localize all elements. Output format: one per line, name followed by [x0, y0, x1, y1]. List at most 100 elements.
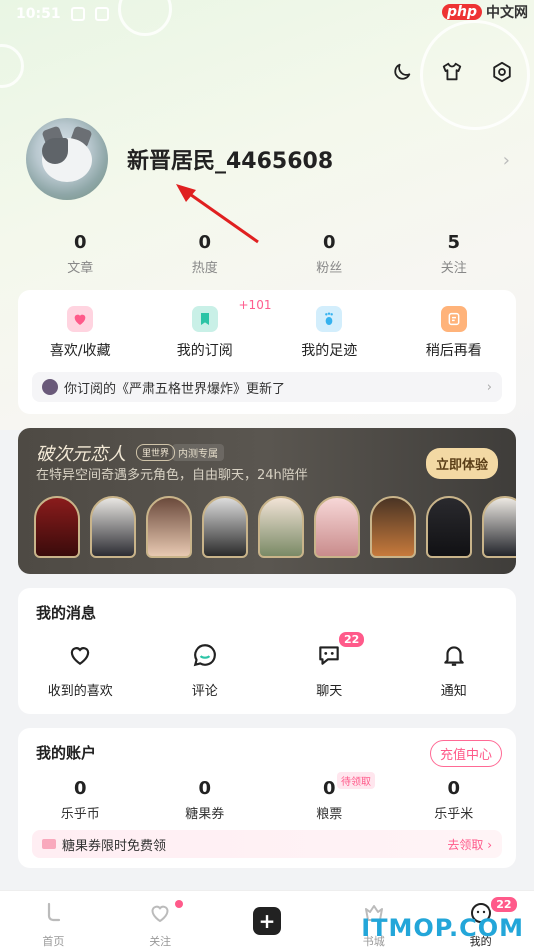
messages-title: 我的消息: [36, 604, 97, 622]
stat-value: 5: [447, 232, 461, 253]
account-lehu-coin[interactable]: 0 乐乎币: [18, 778, 143, 822]
account-card: 我的账户 充值中心 0 乐乎币 0 糖果券 待领取 0 粮票 0 乐乎米 糖果券…: [18, 728, 516, 868]
pending-tag: 待领取: [337, 772, 375, 789]
tab-follow[interactable]: 关注: [107, 891, 214, 950]
character-card[interactable]: [146, 496, 192, 558]
claim-link[interactable]: 去领取 ›: [447, 836, 492, 853]
watch-later-icon: [440, 306, 467, 332]
stat-articles[interactable]: 0 文章: [18, 232, 143, 276]
stat-followers[interactable]: 0 粉丝: [267, 232, 392, 276]
watermark-itmop: ITMOP.COM: [361, 914, 524, 942]
status-time: 10:51: [16, 6, 61, 22]
settings-icon[interactable]: [490, 60, 514, 84]
character-card[interactable]: [482, 496, 516, 558]
tab-create[interactable]: +: [214, 891, 321, 950]
stat-value: 0: [322, 232, 336, 253]
watermark-text: 中文网: [486, 5, 528, 21]
ticket-icon: [42, 839, 56, 849]
shirt-icon[interactable]: [440, 60, 464, 84]
account-label: 糖果券: [185, 807, 225, 822]
avatar[interactable]: [26, 118, 108, 200]
chevron-right-icon: ›: [486, 379, 492, 395]
character-card[interactable]: [314, 496, 360, 558]
comment-icon: [193, 644, 216, 667]
plus-icon: +: [252, 907, 281, 935]
tab-home[interactable]: 首页: [0, 891, 107, 950]
follow-icon: [151, 905, 169, 923]
watermark-logo: php 中文网: [441, 2, 528, 22]
stat-label: 文章: [67, 261, 94, 276]
account-candy-coupon[interactable]: 0 糖果券: [143, 778, 268, 822]
bookmark-icon: [191, 306, 218, 332]
message-chat[interactable]: 22 聊天: [267, 630, 392, 699]
claim-label: 去领取: [447, 837, 484, 852]
footprint-icon: [316, 306, 343, 332]
quick-item-label: 稍后再看: [425, 343, 482, 359]
quick-item-label: 我的足迹: [301, 343, 358, 359]
stat-heat[interactable]: 0 热度: [143, 232, 268, 276]
message-likes[interactable]: 收到的喜欢: [18, 642, 143, 699]
character-card[interactable]: [90, 496, 136, 558]
quick-item-subscriptions[interactable]: +101 我的订阅: [143, 298, 272, 360]
notification-icon: [94, 7, 109, 21]
try-now-button[interactable]: 立即体验: [425, 448, 498, 479]
promo-title: 破次元恋人: [36, 444, 126, 465]
stat-value: 0: [198, 232, 212, 253]
stat-label: 热度: [191, 261, 218, 276]
top-actions: [390, 60, 514, 84]
coupon-text: 糖果券限时免费领: [62, 838, 167, 854]
tab-label: 关注: [149, 935, 172, 948]
character-card[interactable]: [202, 496, 248, 558]
stat-following[interactable]: 5 关注: [392, 232, 517, 276]
promo-subtitle: 在特异空间奇遇多元角色，自由聊天，24h陪伴: [36, 468, 308, 483]
message-comments[interactable]: 评论: [143, 642, 268, 699]
promo-tag: 内测专属: [172, 444, 224, 461]
notice-text: 你订阅的《严肃五格世界爆炸》更新了: [64, 381, 286, 397]
chevron-right-icon[interactable]: ›: [503, 150, 510, 171]
account-value: 0: [198, 778, 212, 799]
username[interactable]: 新晋居民_4465608: [127, 143, 333, 175]
message-label: 评论: [191, 684, 218, 699]
character-card[interactable]: [258, 496, 304, 558]
account-label: 乐乎币: [60, 807, 100, 822]
character-card[interactable]: [34, 496, 80, 558]
heart-outline-icon: [71, 647, 90, 665]
watermark-brand: php: [441, 4, 482, 20]
account-label: 乐乎米: [434, 807, 474, 822]
character-card[interactable]: [426, 496, 472, 558]
heart-bookmark-icon: [67, 306, 94, 332]
notice-avatar: [42, 379, 58, 395]
account-value: 0: [447, 778, 461, 799]
promo-banner[interactable]: 破次元恋人 里世界 内测专属 在特异空间奇遇多元角色，自由聊天，24h陪伴 立即…: [18, 428, 516, 574]
stat-value: 0: [73, 232, 87, 253]
stat-label: 关注: [440, 261, 467, 276]
recharge-center-button[interactable]: 充值中心: [429, 740, 502, 767]
tab-label: 首页: [42, 935, 65, 948]
character-card[interactable]: [370, 496, 416, 558]
quick-item-watch-later[interactable]: 稍后再看: [392, 306, 517, 360]
stat-label: 粉丝: [316, 261, 343, 276]
messages-card: 我的消息 收到的喜欢 评论 22 聊天 通知: [18, 588, 516, 714]
message-label: 聊天: [316, 684, 343, 699]
account-label: 粮票: [316, 807, 343, 822]
quick-actions-card: 喜欢/收藏 +101 我的订阅 我的足迹 稍后再看 你订阅的《严肃五格世界爆炸》…: [18, 290, 516, 414]
character-gallery: [34, 496, 516, 558]
quick-item-footprints[interactable]: 我的足迹: [267, 306, 392, 360]
free-coupon-banner[interactable]: 糖果券限时免费领 去领取 ›: [32, 830, 502, 858]
quick-item-label: 我的订阅: [176, 343, 233, 359]
bell-icon: [444, 646, 464, 666]
message-notifications[interactable]: 通知: [392, 642, 517, 699]
moon-icon[interactable]: [390, 60, 414, 84]
promo-tag: 里世界: [136, 444, 176, 461]
message-label: 收到的喜欢: [47, 684, 113, 699]
me-badge: 22: [489, 895, 519, 914]
account-lehu-rice[interactable]: 0 乐乎米: [392, 778, 517, 822]
profile-stats: 0 文章 0 热度 0 粉丝 5 关注: [18, 232, 516, 276]
account-food-ticket[interactable]: 待领取 0 粮票: [267, 772, 392, 822]
home-icon: [48, 902, 61, 922]
account-title: 我的账户: [36, 744, 97, 762]
quick-item-label: 喜欢/收藏: [49, 343, 111, 359]
subscription-update-notice[interactable]: 你订阅的《严肃五格世界爆炸》更新了 ›: [32, 372, 502, 402]
quick-item-favorites[interactable]: 喜欢/收藏: [18, 306, 143, 360]
message-label: 通知: [440, 684, 467, 699]
